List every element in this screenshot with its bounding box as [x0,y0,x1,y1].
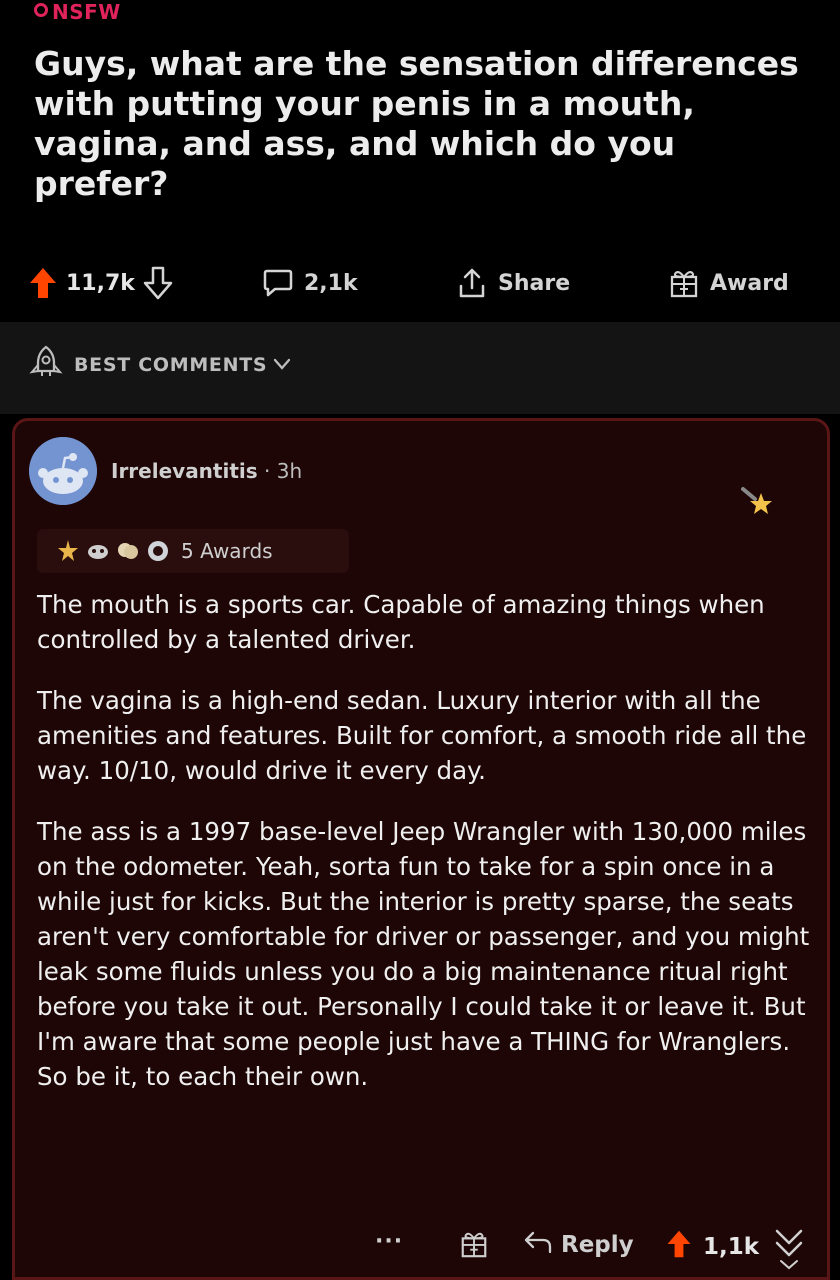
comment-body: The mouth is a sports car. Capable of am… [37,587,817,1120]
awards-count: 5 Awards [181,539,273,563]
upvote-arrow-icon[interactable] [665,1229,693,1265]
post-title: Guys, what are the sensation differences… [34,44,799,203]
gift-box-icon [668,267,700,299]
hugz-award-icon [115,538,141,564]
star-award-icon [737,483,777,527]
comments-count: 2,1k [304,270,358,296]
gift-box-icon[interactable] [459,1229,489,1263]
comment-bubble-icon [262,267,294,299]
comment-paragraph: The vagina is a high-end sedan. Luxury i… [37,686,807,785]
post-header: NSFW Guys, what are the sensation differ… [0,0,840,322]
vote-group: 11,7k [28,258,173,308]
nsfw-badge: NSFW [34,0,121,24]
comment-author: Irrelevantitis · 3h [111,459,302,483]
reply-label: Reply [561,1232,634,1258]
silver-award-icon [145,538,171,564]
award-label: Award [710,270,789,296]
double-chevron-down-icon[interactable] [769,1223,809,1275]
reply-button[interactable]: Reply [523,1229,634,1261]
comment-paragraph: The mouth is a sports car. Capable of am… [37,590,765,654]
meta-separator: · [257,459,277,483]
nsfw-circle-icon [34,3,48,17]
comment-score: 1,1k [703,1234,760,1260]
chevron-down-icon [273,354,291,376]
rocket-icon [28,344,64,385]
upvote-arrow-icon[interactable] [28,266,58,300]
post-action-bar: 11,7k 2,1k Share Award [0,258,840,310]
nsfw-label: NSFW [52,0,121,24]
sort-bar: BEST COMMENTS [0,322,840,414]
comment-footer: ··· Reply 1,1k [15,1223,833,1271]
sort-dropdown[interactable]: BEST COMMENTS [28,344,291,385]
award-button[interactable]: Award [668,258,789,308]
downvote-arrow-icon[interactable] [143,266,173,300]
comment-vote: 1,1k [665,1229,759,1265]
sort-label: BEST COMMENTS [74,353,268,376]
comment-time: 3h [276,459,303,483]
helpful-award-icon [85,538,111,564]
share-label: Share [498,270,571,296]
share-icon [456,266,488,300]
comments-button[interactable]: 2,1k [262,258,358,308]
awards-bar[interactable]: 5 Awards [37,529,349,573]
reply-arrow-icon [523,1229,553,1261]
username[interactable]: Irrelevantitis [111,459,258,483]
wholesome-award-icon [55,538,81,564]
more-options-button[interactable]: ··· [375,1229,403,1254]
post-score: 11,7k [66,270,135,296]
comment-card: Irrelevantitis · 3h 5 Awards The mouth i… [12,418,830,1280]
avatar[interactable] [29,437,97,505]
comment-paragraph: The ass is a 1997 base-level Jeep Wrangl… [37,817,810,1091]
share-button[interactable]: Share [456,258,570,308]
